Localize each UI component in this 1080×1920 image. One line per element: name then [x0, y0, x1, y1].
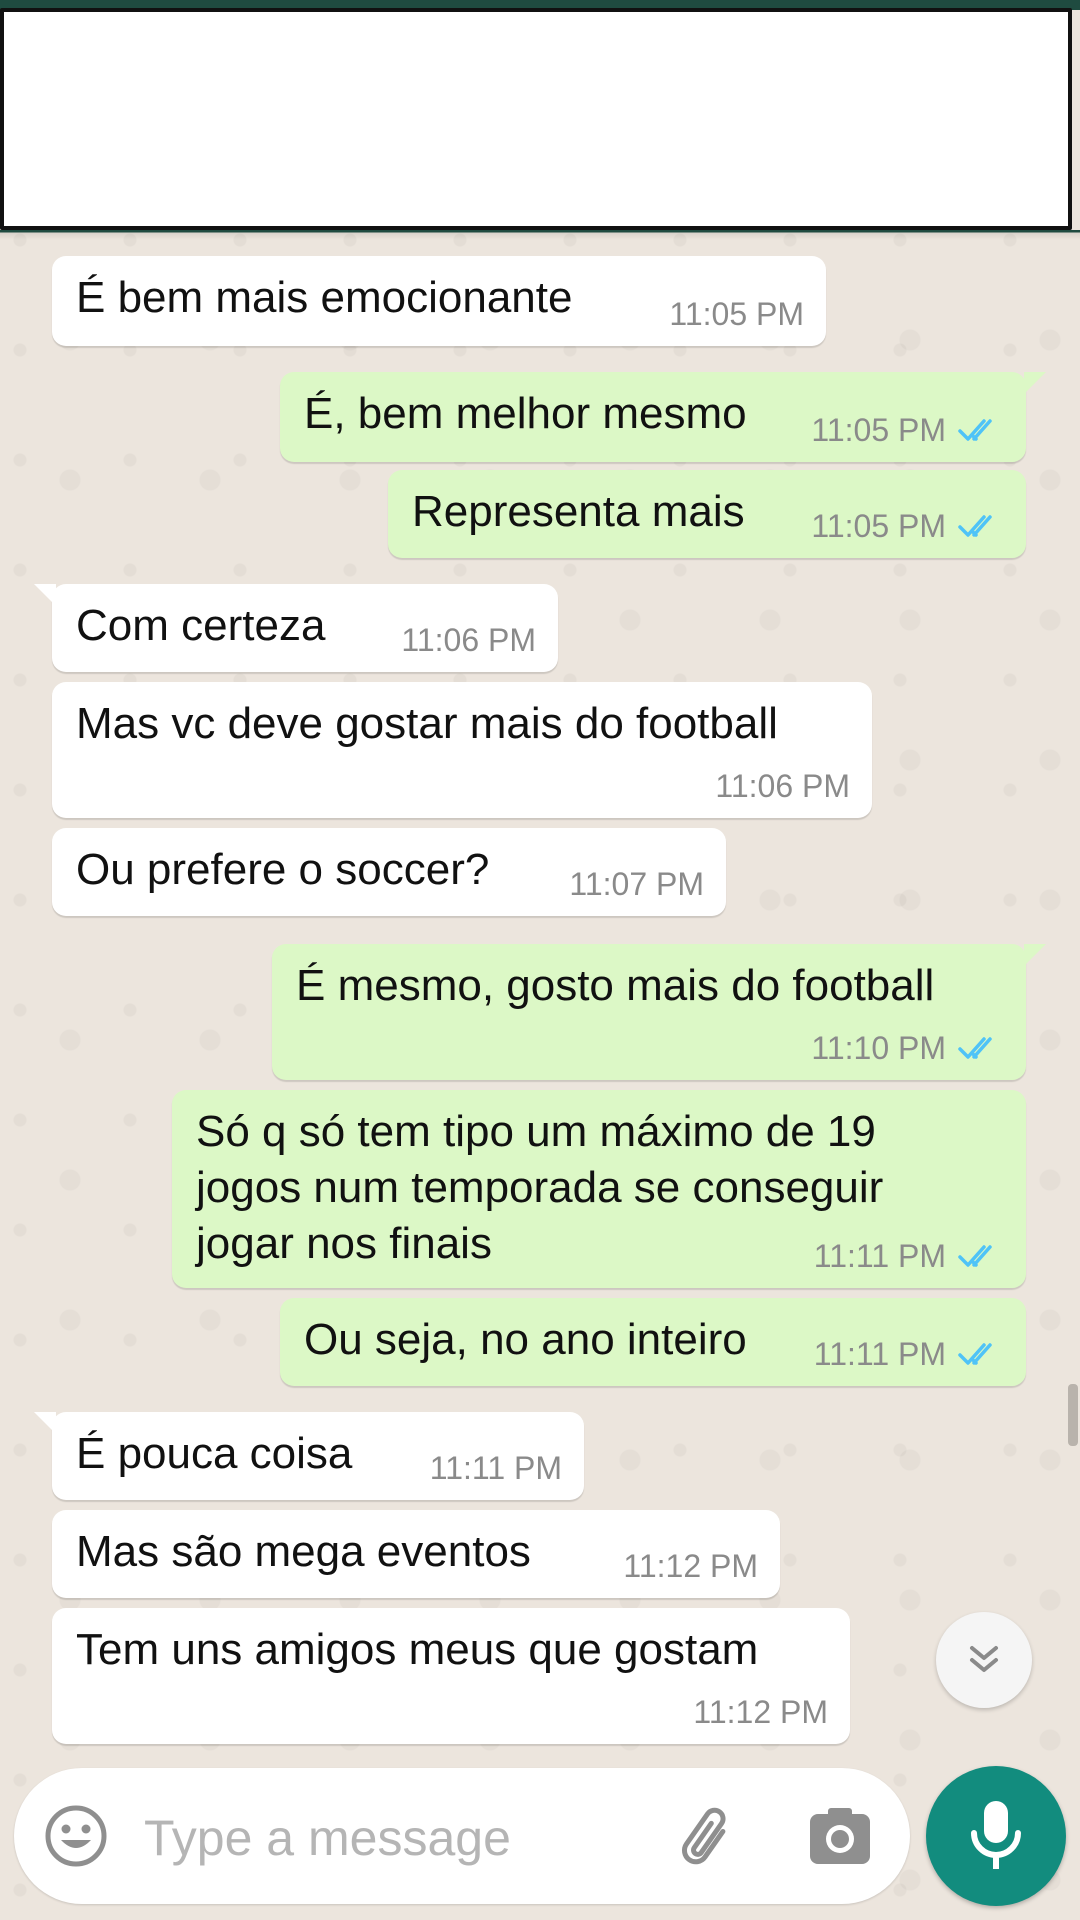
message-time: 11:07 PM [569, 866, 704, 902]
message-text: Representa mais [412, 487, 745, 536]
message-incoming[interactable]: Ou prefere o soccer? 11:07 PM [52, 828, 726, 916]
message-text: É, bem melhor mesmo [304, 389, 747, 438]
message-input[interactable]: Type a message [144, 1810, 511, 1866]
message-outgoing[interactable]: Representa mais 11:05 PM [388, 470, 1026, 558]
message-text: Ou prefere o soccer? [76, 845, 490, 894]
double-chevron-down-icon [970, 1646, 998, 1672]
message-outgoing[interactable]: É mesmo, gosto mais do football 11:10 PM [272, 944, 1046, 1080]
message-time: 11:12 PM [693, 1694, 828, 1730]
read-ticks-icon [958, 419, 992, 441]
message-time: 11:11 PM [813, 1238, 946, 1274]
message-time: 11:05 PM [669, 296, 804, 332]
message-text: É bem mais emocionante [76, 273, 573, 322]
message-incoming[interactable]: Mas são mega eventos 11:12 PM [52, 1510, 780, 1598]
bubble-tail [34, 584, 56, 606]
message-time: 11:10 PM [811, 1030, 946, 1066]
message-time: 11:05 PM [811, 508, 946, 544]
read-ticks-icon [958, 1245, 992, 1267]
read-ticks-icon [958, 1343, 992, 1365]
message-text: É pouca coisa [76, 1429, 353, 1478]
message-text: Com certeza [76, 601, 326, 650]
voice-record-button[interactable] [926, 1766, 1066, 1906]
message-outgoing[interactable]: É, bem melhor mesmo 11:05 PM [280, 372, 1046, 462]
message-text-line: jogar nos finais [196, 1219, 492, 1268]
message-outgoing[interactable]: Ou seja, no ano inteiro 11:11 PM [280, 1298, 1026, 1386]
message-time: 11:11 PM [429, 1450, 562, 1486]
bubble-tail [1024, 372, 1046, 394]
emoji-icon[interactable] [44, 1804, 108, 1868]
chat-header-redacted [0, 8, 1072, 230]
message-text: Só q só tem tipo um máximo de 19 jogos n… [196, 1104, 883, 1272]
message-incoming[interactable]: Mas vc deve gostar mais do football 11:0… [52, 682, 872, 818]
microphone-icon [971, 1801, 1021, 1869]
camera-icon[interactable] [808, 1806, 872, 1866]
message-text: É mesmo, gosto mais do football [296, 961, 935, 1010]
message-incoming[interactable]: É pouca coisa 11:11 PM [34, 1412, 584, 1500]
attach-icon[interactable] [674, 1804, 744, 1874]
message-time: 11:11 PM [813, 1336, 946, 1372]
header-divider [0, 230, 1080, 240]
scrollbar-thumb[interactable] [1068, 1384, 1078, 1446]
message-time: 11:06 PM [401, 622, 536, 658]
read-ticks-icon [958, 515, 992, 537]
message-text-line: Só q só tem tipo um máximo de 19 [196, 1107, 876, 1156]
message-text: Mas são mega eventos [76, 1527, 531, 1576]
message-text: Ou seja, no ano inteiro [304, 1315, 747, 1364]
message-text: Tem uns amigos meus que gostam [76, 1625, 759, 1674]
message-incoming[interactable]: Com certeza 11:06 PM [34, 584, 558, 672]
bubble-tail [34, 1412, 56, 1434]
read-ticks-icon [958, 1037, 992, 1059]
message-time: 11:06 PM [715, 768, 850, 804]
message-time: 11:12 PM [623, 1548, 758, 1584]
message-incoming[interactable]: É bem mais emocionante 11:05 PM [52, 256, 826, 346]
bubble-tail [1024, 944, 1046, 966]
message-composer: Type a message [14, 1768, 910, 1904]
scroll-to-bottom-button[interactable] [936, 1612, 1032, 1708]
message-outgoing[interactable]: Só q só tem tipo um máximo de 19 jogos n… [172, 1090, 1026, 1288]
message-text: Mas vc deve gostar mais do football [76, 699, 778, 748]
message-incoming[interactable]: Tem uns amigos meus que gostam 11:12 PM [52, 1608, 850, 1744]
message-time: 11:05 PM [811, 412, 946, 448]
message-text-line: jogos num temporada se conseguir [196, 1163, 884, 1212]
